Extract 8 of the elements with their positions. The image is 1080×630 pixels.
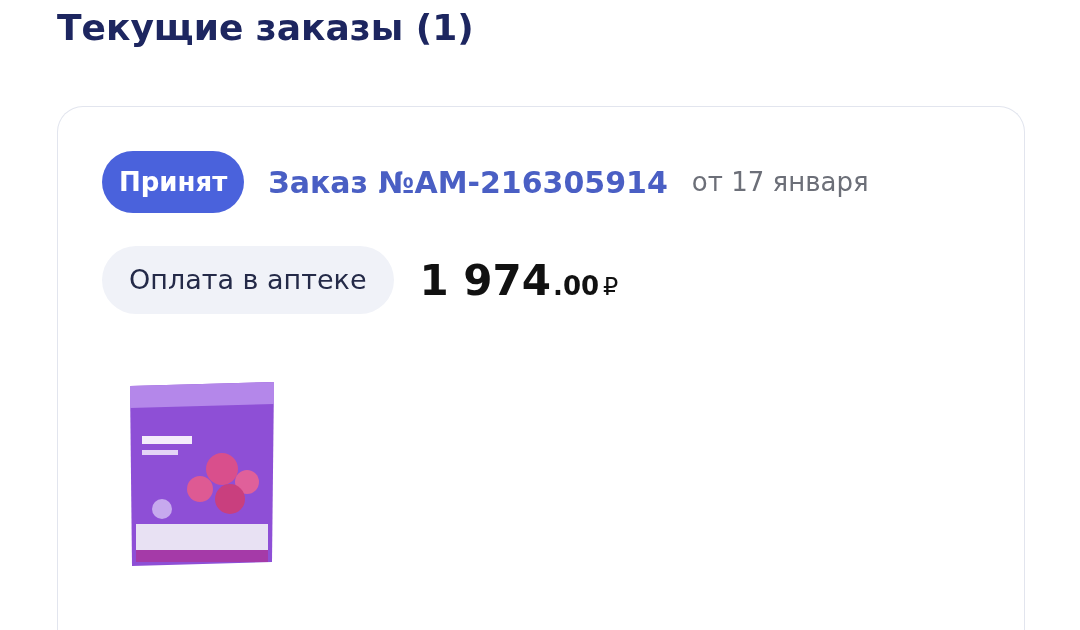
status-badge: Принят (102, 151, 245, 213)
payment-method-tag: Оплата в аптеке (102, 246, 394, 314)
price-fraction: .00 (553, 270, 600, 301)
order-number-link[interactable]: Заказ №АМ-216305914 (268, 164, 668, 200)
price-amount: 1 974 (419, 255, 552, 305)
section-title: Текущие заказы (1) (57, 6, 475, 50)
order-date: от 17 января (691, 167, 869, 197)
currency-sign: ₽ (603, 272, 619, 301)
